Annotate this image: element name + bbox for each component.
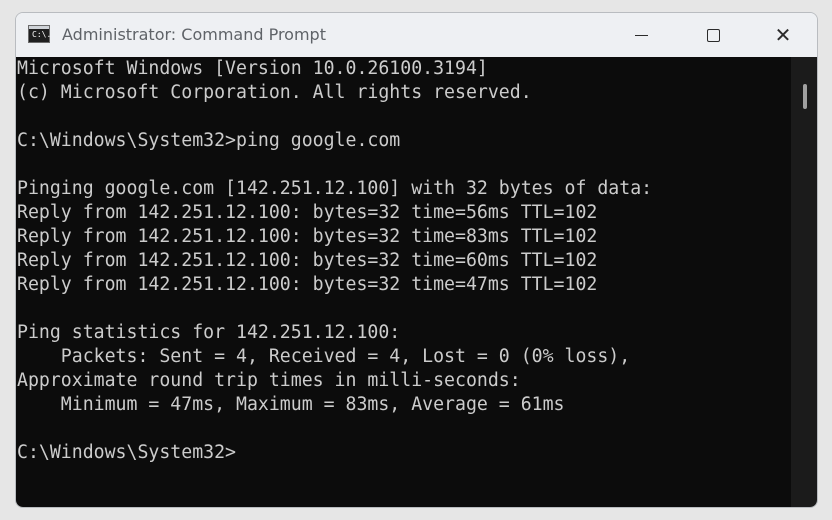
line-10: Reply from 142.251.12.100: bytes=32 time… bbox=[17, 274, 598, 295]
line-6: Pinging google.com [142.251.12.100] with… bbox=[17, 178, 653, 199]
command-prompt-window: C:\. Administrator: Command Prompt ✕ Mic… bbox=[15, 12, 818, 508]
line-17: C:\Windows\System32> bbox=[17, 442, 236, 463]
line-1: Microsoft Windows [Version 10.0.26100.31… bbox=[17, 58, 488, 79]
maximize-button[interactable] bbox=[678, 13, 748, 57]
line-13: Packets: Sent = 4, Received = 4, Lost = … bbox=[17, 346, 631, 367]
scrollbar-thumb[interactable] bbox=[803, 84, 807, 109]
line-15: Minimum = 47ms, Maximum = 83ms, Average … bbox=[17, 394, 565, 415]
command-prompt-icon: C:\. bbox=[28, 25, 52, 43]
line-14: Approximate round trip times in milli-se… bbox=[17, 370, 521, 391]
line-3 bbox=[16, 105, 791, 129]
minimize-button[interactable] bbox=[606, 13, 676, 57]
close-icon: ✕ bbox=[774, 23, 792, 47]
line-16 bbox=[16, 417, 791, 441]
vertical-scrollbar[interactable] bbox=[791, 57, 817, 507]
line-4: C:\Windows\System32>ping google.com bbox=[17, 130, 401, 151]
title-bar[interactable]: C:\. Administrator: Command Prompt ✕ bbox=[16, 13, 817, 57]
line-2: (c) Microsoft Corporation. All rights re… bbox=[17, 82, 532, 103]
line-11 bbox=[16, 297, 791, 321]
app-icon-label: C:\. bbox=[32, 30, 52, 39]
close-button[interactable]: ✕ bbox=[748, 13, 817, 57]
line-8: Reply from 142.251.12.100: bytes=32 time… bbox=[17, 226, 598, 247]
minimize-icon bbox=[634, 34, 648, 36]
maximize-icon bbox=[706, 28, 720, 42]
line-5 bbox=[16, 153, 791, 177]
line-7: Reply from 142.251.12.100: bytes=32 time… bbox=[17, 202, 598, 223]
line-9: Reply from 142.251.12.100: bytes=32 time… bbox=[17, 250, 598, 271]
console-output[interactable]: Microsoft Windows [Version 10.0.26100.31… bbox=[16, 57, 791, 507]
line-12: Ping statistics for 142.251.12.100: bbox=[17, 322, 401, 343]
window-title: Administrator: Command Prompt bbox=[62, 25, 326, 44]
